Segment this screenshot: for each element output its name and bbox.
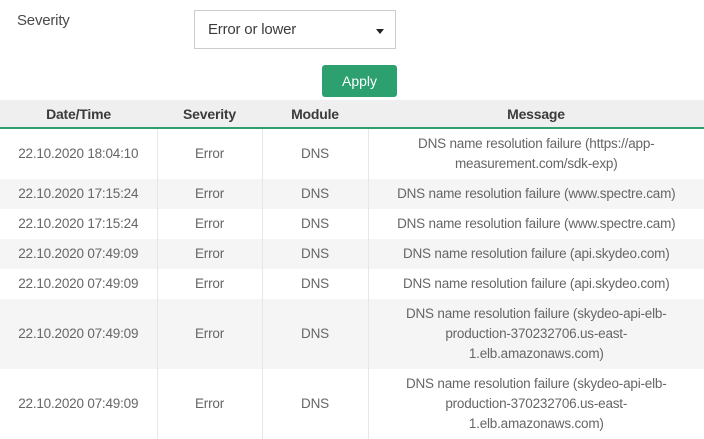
cell-datetime: 22.10.2020 07:49:09 xyxy=(18,326,139,341)
cell-module: DNS xyxy=(261,128,368,179)
table-row: 22.10.2020 17:15:24 Error DNS DNS name r… xyxy=(0,209,704,239)
cell-severity: Error xyxy=(156,209,262,239)
cell-module: DNS xyxy=(261,269,368,299)
cell-module: DNS xyxy=(261,209,368,239)
col-header-datetime: Date/Time xyxy=(0,100,157,129)
cell-datetime: 22.10.2020 07:49:09 xyxy=(18,276,139,291)
cell-message: DNS name resolution failure (api.skydeo.… xyxy=(367,269,704,299)
cell-message: DNS name resolution failure (skydeo-api-… xyxy=(367,299,704,369)
table-row: 22.10.2020 07:49:09 Error DNS DNS name r… xyxy=(0,369,704,439)
cell-severity: Error xyxy=(156,369,262,439)
cell-datetime: 22.10.2020 07:49:09 xyxy=(18,246,139,261)
cell-severity: Error xyxy=(156,179,262,209)
severity-filter-form: Severity Error or lower Apply xyxy=(0,0,704,100)
table-header-row: Date/Time Severity Module Message xyxy=(0,100,704,129)
cell-datetime: 22.10.2020 17:15:24 xyxy=(18,216,139,231)
cell-message: DNS name resolution failure (www.spectre… xyxy=(367,179,704,209)
cell-module: DNS xyxy=(261,239,368,269)
cell-severity: Error xyxy=(156,128,262,179)
col-header-module: Module xyxy=(262,100,368,129)
severity-label: Severity xyxy=(17,12,70,29)
event-log-table: Date/Time Severity Module Message 22.10.… xyxy=(0,100,704,439)
cell-datetime: 22.10.2020 18:04:10 xyxy=(18,146,139,161)
cell-module: DNS xyxy=(261,179,368,209)
cell-severity: Error xyxy=(156,239,262,269)
table-row: 22.10.2020 07:49:09 Error DNS DNS name r… xyxy=(0,239,704,269)
table-row: 22.10.2020 07:49:09 Error DNS DNS name r… xyxy=(0,269,704,299)
cell-module: DNS xyxy=(261,299,368,369)
cell-datetime: 22.10.2020 07:49:09 xyxy=(18,396,139,411)
chevron-down-icon xyxy=(376,28,384,34)
table-row: 22.10.2020 18:04:10 Error DNS DNS name r… xyxy=(0,128,704,179)
table-row: 22.10.2020 17:15:24 Error DNS DNS name r… xyxy=(0,179,704,209)
severity-select[interactable]: Error or lower xyxy=(194,10,396,49)
cell-message: DNS name resolution failure (https://app… xyxy=(367,128,704,179)
cell-message: DNS name resolution failure (api.skydeo.… xyxy=(367,239,704,269)
cell-severity: Error xyxy=(156,269,262,299)
col-header-severity: Severity xyxy=(157,100,262,129)
table-row: 22.10.2020 07:49:09 Error DNS DNS name r… xyxy=(0,299,704,369)
col-header-message: Message xyxy=(368,100,704,129)
cell-module: DNS xyxy=(261,369,368,439)
cell-datetime: 22.10.2020 17:15:24 xyxy=(18,186,139,201)
cell-message: DNS name resolution failure (www.spectre… xyxy=(367,209,704,239)
severity-select-value: Error or lower xyxy=(208,21,297,38)
cell-message: DNS name resolution failure (skydeo-api-… xyxy=(367,369,704,439)
apply-button[interactable]: Apply xyxy=(322,65,397,97)
cell-severity: Error xyxy=(156,299,262,369)
